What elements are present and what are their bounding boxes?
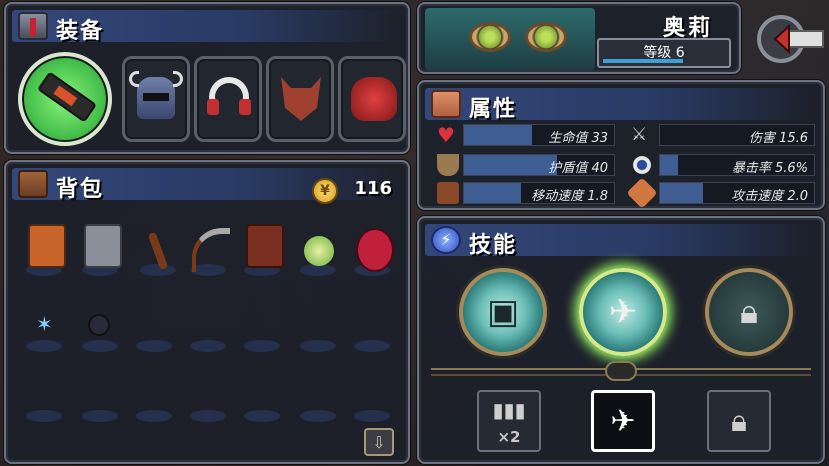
- skills-title: 技能: [469, 233, 518, 258]
- attr-attack-speed-label: 攻击速度 2.0: [731, 189, 808, 204]
- equipment-panel: 装备: [4, 2, 410, 154]
- attr-crit: 暴击率 5.6%: [659, 154, 815, 176]
- equipment-title: 装备: [56, 19, 105, 44]
- backpack-icon: [18, 170, 48, 198]
- talent-helicopter[interactable]: ✈: [591, 390, 655, 452]
- equip-slot-weapon[interactable]: [18, 52, 112, 146]
- attr-crit-label: 暴击率 5.6%: [731, 161, 808, 176]
- armor-icon: [18, 12, 48, 40]
- attr-move-speed-label: 移动速度 1.8: [531, 189, 608, 204]
- attributes-header: 属性: [425, 88, 817, 122]
- attributes-title: 属性: [469, 97, 518, 122]
- goggle-right: [525, 22, 567, 52]
- attr-move-speed: 移动速度 1.8: [463, 182, 615, 204]
- gray-robot-icon[interactable]: [84, 224, 122, 268]
- attr-attack-speed-fill: [660, 183, 704, 203]
- coin-icon: ¥: [312, 178, 338, 204]
- skills-panel: ⚡ 技能 ▣ ✈ 🔒︎ ▮▮▮ ×2 ✈ 🔒︎: [417, 216, 825, 464]
- monster-mouth-icon[interactable]: [356, 228, 394, 272]
- lightning-icon: ⚡: [431, 226, 461, 254]
- attr-crit-fill: [660, 155, 679, 175]
- headphones-icon: [207, 77, 251, 117]
- talent-locked[interactable]: 🔒︎: [707, 390, 771, 452]
- divider-ornament: [605, 361, 637, 381]
- turret-skill-icon: ▣: [486, 292, 520, 332]
- skill-orb-helicopter[interactable]: ✈: [579, 268, 667, 356]
- tiki-mask-icon[interactable]: [246, 224, 284, 268]
- talent-bullets-text: ×2: [497, 428, 521, 446]
- skill-orb-turret[interactable]: ▣: [459, 268, 547, 356]
- skills-header: ⚡ 技能: [425, 224, 817, 258]
- attr-shield-label: 护盾值 40: [548, 161, 608, 176]
- backpack-panel: 背包 ¥ 116 ✶ ⇩: [4, 160, 410, 464]
- character-portrait: [425, 8, 595, 70]
- heart-icon: ♥: [437, 123, 455, 147]
- backpack-title: 背包: [56, 177, 105, 202]
- lock-icon: 🔒︎: [739, 292, 759, 332]
- equipment-header: 装备: [12, 10, 402, 44]
- scythe-icon[interactable]: [192, 228, 230, 272]
- skill-orb-locked[interactable]: 🔒︎: [705, 268, 793, 356]
- attr-move-speed-fill: [464, 183, 521, 203]
- eye-icon: [631, 154, 653, 176]
- attr-damage-label: 伤害 15.6: [748, 131, 808, 146]
- sword-icon: ⚔: [631, 124, 648, 145]
- attr-shield-fill: [464, 155, 557, 175]
- equip-slot-helmet[interactable]: [122, 56, 190, 142]
- level-progress-bar: [603, 59, 683, 63]
- horned-helmet-icon: [129, 71, 183, 119]
- attr-damage: 伤害 15.6: [659, 124, 815, 146]
- attr-health-fill: [464, 125, 532, 145]
- werewolf-mask-icon: [281, 77, 321, 121]
- scroll-down-button[interactable]: ⇩: [364, 428, 394, 456]
- bomb-icon[interactable]: [88, 314, 110, 336]
- fist-icon: [626, 177, 658, 209]
- weapon-blaster-icon: [36, 71, 98, 123]
- attr-shield: 护盾值 40: [463, 154, 615, 176]
- orange-robot-icon[interactable]: [28, 224, 66, 268]
- equip-slot-mask[interactable]: [266, 56, 334, 142]
- attr-health: 生命值 33: [463, 124, 615, 146]
- lock-icon: 🔒︎: [731, 403, 747, 439]
- attr-attack-speed: 攻击速度 2.0: [659, 182, 815, 204]
- red-demon-icon: [351, 77, 397, 121]
- attr-health-label: 生命值 33: [548, 131, 608, 146]
- level-box: 等级 6: [597, 38, 731, 68]
- equip-slot-accessory[interactable]: [194, 56, 262, 142]
- attributes-panel: 属性 ♥ 生命值 33 护盾值 40 移动速度 1.8 ⚔ 伤害 15.6 暴击…: [417, 80, 825, 210]
- helicopter-skill-icon: ✈: [608, 292, 638, 332]
- goggle-left: [469, 22, 511, 52]
- boot-icon: [437, 182, 459, 204]
- coin-count: 116: [354, 178, 392, 199]
- shield-icon: [437, 154, 459, 176]
- equip-slot-pet[interactable]: [338, 56, 406, 142]
- character-panel: 奥莉 等级 6: [417, 2, 741, 74]
- body-icon: [431, 90, 461, 118]
- backpack-header: 背包 ¥ 116: [12, 168, 402, 204]
- talent-bullets[interactable]: ▮▮▮ ×2: [477, 390, 541, 452]
- blue-spark-icon[interactable]: ✶: [36, 312, 58, 336]
- back-button[interactable]: [753, 4, 827, 74]
- helicopter-blueprint-icon: ✈: [610, 403, 636, 439]
- green-orb-icon[interactable]: [304, 236, 334, 266]
